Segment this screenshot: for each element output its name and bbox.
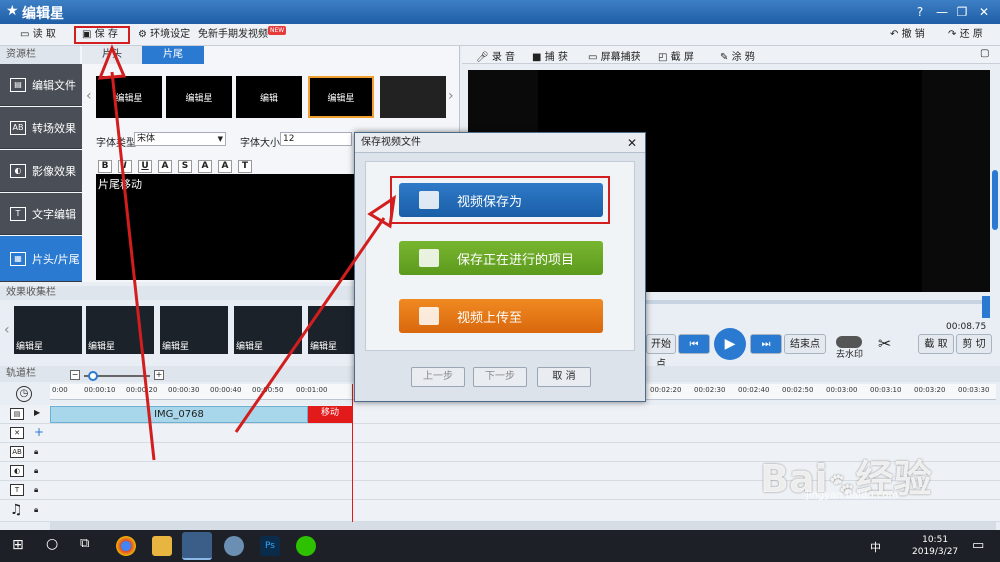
task-view-icon[interactable]: ⧉ <box>80 536 89 551</box>
taskbar: ⊞ ○ ⧉ Ps 中 ▭ <box>0 530 1000 562</box>
arrow-line-save <box>110 71 156 461</box>
file-explorer-icon[interactable] <box>152 536 172 556</box>
taskbar-clock[interactable]: 10:51 2019/3/27 <box>912 534 958 558</box>
arrow-head-saveas <box>367 194 396 229</box>
wechat-icon[interactable] <box>296 536 316 556</box>
chrome-icon[interactable] <box>116 536 136 556</box>
search-icon[interactable]: ○ <box>46 536 58 552</box>
photoshop-icon[interactable]: Ps <box>260 536 280 556</box>
clock-date: 2019/3/27 <box>912 547 959 557</box>
input-language[interactable]: 中 <box>870 539 881 555</box>
arrow-line-saveas <box>234 217 386 433</box>
windows-start-icon[interactable]: ⊞ <box>12 537 24 553</box>
clock-time: 10:51 <box>922 535 949 545</box>
notification-icon[interactable]: ▭ <box>972 538 984 553</box>
annotation-arrows <box>97 44 396 461</box>
editor-app-icon[interactable] <box>182 532 212 560</box>
paint-app-icon[interactable] <box>224 536 244 556</box>
